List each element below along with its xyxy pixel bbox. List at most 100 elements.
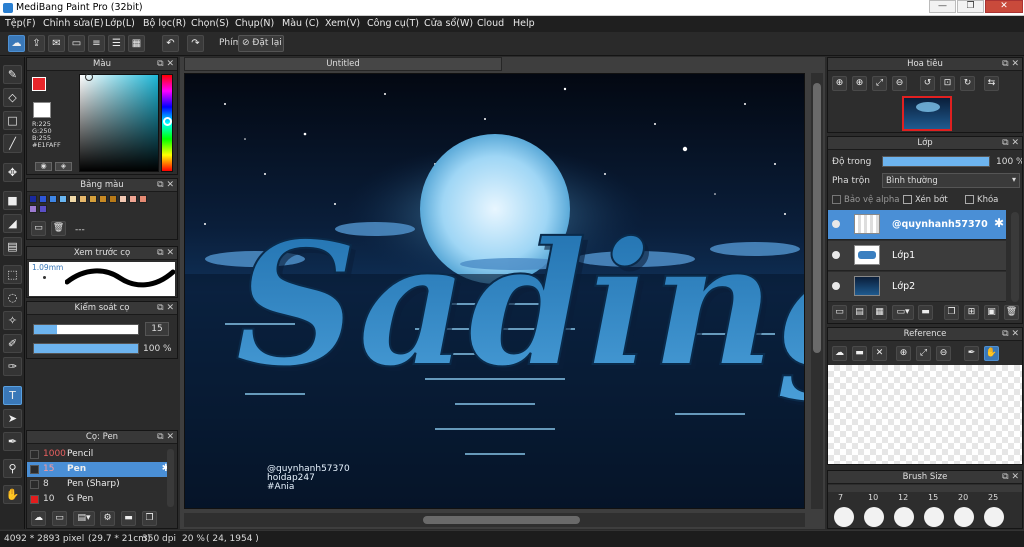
zoom-out-icon[interactable]: ⊖ (892, 76, 907, 91)
menu-layer[interactable]: Lớp(L) (105, 18, 135, 29)
artwork-canvas[interactable]: Sading Sading @quynhanh57370 hoidap247 #… (184, 73, 805, 509)
redo-icon[interactable]: ↷ (187, 35, 204, 52)
select-pen-tool-icon[interactable]: ✐ (3, 334, 22, 353)
brush-size-preset[interactable] (984, 507, 1004, 527)
dropper-tool-icon[interactable]: ✒ (3, 432, 22, 451)
duplicate-brush-icon[interactable]: ❐ (142, 511, 157, 526)
new-halftone-layer-icon[interactable]: ▤ (852, 305, 867, 320)
panel-close-icon[interactable]: ⧉ ✕ (1002, 58, 1019, 71)
minimize-button[interactable]: — (929, 0, 956, 13)
menu-window[interactable]: Cửa sổ(W) (424, 18, 473, 29)
stroke-tool-icon[interactable]: ╱ (3, 134, 22, 153)
color-swap-button[interactable]: ◈ (55, 162, 72, 171)
palette-swatch[interactable] (119, 195, 127, 203)
cloud-download-icon[interactable]: ☁ (31, 511, 46, 526)
rectangle-tool-icon[interactable]: □ (3, 111, 22, 130)
hand-icon[interactable]: ✋ (984, 346, 999, 361)
maximize-button[interactable]: ❐ (957, 0, 984, 13)
layer-opacity-slider[interactable] (882, 156, 990, 167)
cloud-icon[interactable]: ☁ (8, 35, 25, 52)
flip-horizontal-icon[interactable]: ⇆ (984, 76, 999, 91)
reset-button[interactable]: ⊘ Đặt lại (238, 35, 284, 52)
merge-layer-icon[interactable]: ⊞ (964, 305, 979, 320)
close-reference-icon[interactable]: ✕ (872, 346, 887, 361)
palette-swatch[interactable] (59, 195, 67, 203)
brush-settings-icon[interactable]: ⚙ (100, 511, 115, 526)
folder-icon[interactable]: ▬ (121, 511, 136, 526)
menu-tools[interactable]: Công cụ(T) (367, 18, 419, 29)
brush-list-scrollbar[interactable] (167, 449, 174, 507)
open-folder-icon[interactable]: ▬ (852, 346, 867, 361)
layer-settings-gear-icon[interactable]: ✱ (994, 216, 1004, 230)
vertical-scroll-thumb[interactable] (813, 83, 821, 353)
add-swatch-icon[interactable]: ▭ (31, 221, 46, 236)
rotate-left-icon[interactable]: ↺ (920, 76, 935, 91)
panel-close-icon[interactable]: ⧉ ✕ (157, 58, 174, 71)
hue-slider[interactable] (161, 74, 173, 172)
layer-list-scrollbar[interactable] (1011, 212, 1019, 302)
layer-visibility-icon[interactable] (832, 251, 840, 259)
brush-item-pen-sharp[interactable]: 8 Pen (Sharp) (27, 477, 172, 492)
panel-close-icon[interactable]: ⧉ ✕ (157, 179, 174, 192)
brush-size-preset[interactable] (864, 507, 884, 527)
menu-filter[interactable]: Bộ lọc(R) (143, 18, 186, 29)
select-tool-icon[interactable]: ⬚ (3, 265, 22, 284)
menu-help[interactable]: Help (513, 18, 535, 29)
lasso-tool-icon[interactable]: ◌ (3, 288, 22, 307)
brush-item-pen[interactable]: 15 Pen ✱ (27, 462, 172, 477)
document-icon[interactable]: ≡ (88, 35, 105, 52)
layer-row-2[interactable]: Lớp2 (828, 272, 1006, 302)
palette-swatch[interactable] (109, 195, 117, 203)
new-document-icon[interactable]: ▭ (68, 35, 85, 52)
layer-row-1[interactable]: Lớp1 (828, 241, 1006, 271)
hand-tool-icon[interactable]: ✋ (3, 485, 22, 504)
palette-swatch[interactable] (69, 195, 77, 203)
brush-item-pencil[interactable]: 1000 Pencil (27, 447, 172, 462)
menu-edit[interactable]: Chỉnh sửa(E) (43, 18, 104, 29)
reference-canvas[interactable] (828, 365, 1022, 464)
palette-swatch[interactable] (39, 205, 47, 213)
palette-swatch[interactable] (79, 195, 87, 203)
undo-icon[interactable]: ↶ (162, 35, 179, 52)
layer-mask-icon[interactable]: ▣ (984, 305, 999, 320)
fit-icon[interactable]: ⤢ (872, 76, 887, 91)
protect-alpha-checkbox[interactable] (832, 195, 841, 204)
lock-checkbox[interactable] (965, 195, 974, 204)
new-brush-icon[interactable]: ▭ (52, 511, 67, 526)
delete-layer-icon[interactable]: 🗑 (1004, 305, 1019, 320)
saturation-value-picker[interactable] (79, 73, 159, 172)
navigator-thumbnail[interactable] (902, 96, 952, 131)
menu-snap[interactable]: Chụp(N) (235, 18, 274, 29)
menu-view[interactable]: Xem(V) (325, 18, 360, 29)
brush-tool-icon[interactable]: ✎ (3, 65, 22, 84)
brush-size-preset[interactable] (924, 507, 944, 527)
gradient-tool-icon[interactable]: ▤ (3, 237, 22, 256)
panel-close-icon[interactable]: ⧉ ✕ (1002, 137, 1019, 150)
hue-slider-handle[interactable] (163, 117, 172, 126)
layer-visibility-icon[interactable] (832, 220, 840, 228)
fit-icon[interactable]: ⤢ (916, 346, 931, 361)
close-button[interactable]: ✕ (985, 0, 1023, 13)
palette-swatch[interactable] (39, 195, 47, 203)
menu-file[interactable]: Tệp(F) (5, 18, 36, 29)
brush-size-preset[interactable] (834, 507, 854, 527)
layer-row-text[interactable]: @quynhanh57370 ✱ (828, 210, 1006, 240)
zoom-in-icon[interactable]: ⊕ (896, 346, 911, 361)
duplicate-layer-icon[interactable]: ❐ (944, 305, 959, 320)
delete-swatch-icon[interactable]: 🗑 (51, 221, 66, 236)
select-eraser-tool-icon[interactable]: ✑ (3, 357, 22, 376)
palette-swatch[interactable] (29, 205, 37, 213)
brush-opacity-slider[interactable] (33, 343, 139, 354)
canvas-horizontal-scrollbar[interactable] (184, 513, 805, 527)
list-icon[interactable]: ☰ (108, 35, 125, 52)
eraser-tool-icon[interactable]: ◇ (3, 88, 22, 107)
panel-close-icon[interactable]: ⧉ ✕ (1002, 471, 1019, 484)
reset-rotation-icon[interactable]: ⊡ (940, 76, 955, 91)
comment-icon[interactable]: ✉ (48, 35, 65, 52)
panel-close-icon[interactable]: ⧉ ✕ (1002, 328, 1019, 341)
panel-close-icon[interactable]: ⧉ ✕ (157, 431, 174, 444)
clipping-checkbox[interactable] (903, 195, 912, 204)
foreground-color-swatch[interactable] (32, 77, 46, 91)
horizontal-scroll-thumb[interactable] (423, 516, 580, 524)
brush-item-g-pen[interactable]: 10 G Pen (27, 492, 172, 507)
